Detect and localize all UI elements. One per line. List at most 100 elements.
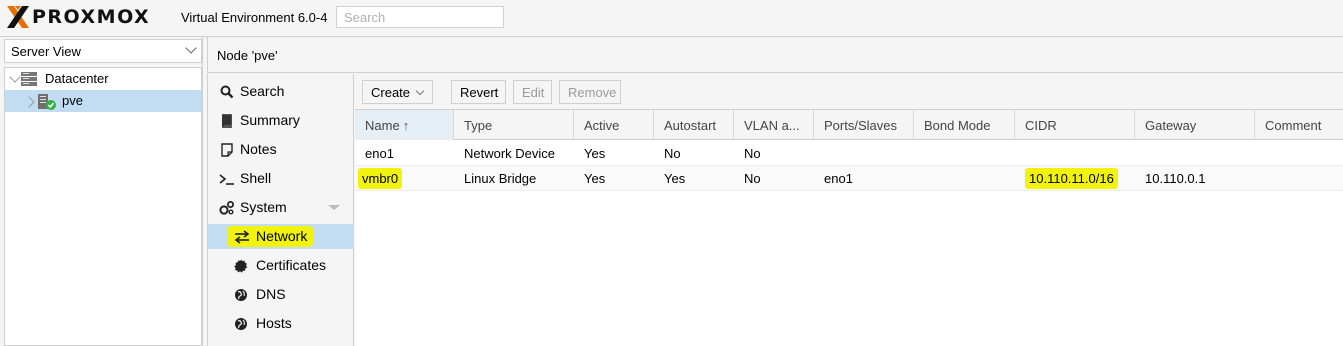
cell-cidr [1015,141,1035,166]
nav-label: Notes [240,141,277,157]
column-label: Ports/Slaves [824,118,897,133]
column-header-autostart[interactable]: Autostart [654,110,734,140]
server-view-label: Server View [11,44,81,59]
column-header-active[interactable]: Active [574,110,654,140]
column-label: Comment [1265,118,1322,133]
cell-active: Yes [584,146,606,161]
edit-button[interactable]: Edit [513,80,552,104]
cell-type: Network Device [464,146,556,161]
revert-label: Revert [460,85,499,100]
column-header-name[interactable]: Name ↑ [355,110,454,140]
node-header: Node 'pve' [207,37,1343,73]
cell-autostart: No [664,146,681,161]
revert-button[interactable]: Revert [451,80,506,104]
column-header-ports-slaves[interactable]: Ports/Slaves [814,110,914,140]
column-header-gateway[interactable]: Gateway [1135,110,1255,140]
column-label: Gateway [1145,118,1197,133]
cell-cidr: 10.110.11.0/16 [1019,166,1128,191]
exchange-icon [234,230,250,244]
edit-label: Edit [522,85,545,100]
tree-item-datacenter[interactable]: Datacenter [5,68,201,90]
nav-item-network[interactable]: Network [208,224,354,249]
cell-gateway [1135,141,1155,166]
cell-bond-mode [914,141,934,166]
column-label: Bond Mode [924,118,991,133]
column-label: Autostart [664,118,717,133]
cell-ports-slaves [814,141,834,166]
column-label: VLAN a... [744,118,800,133]
nav-item-certificates[interactable]: Certificates [208,253,354,278]
cell-vlan-aware: No [744,146,761,161]
notes-icon [221,143,233,157]
server-node-icon [38,94,56,110]
terminal-icon [219,174,234,185]
nav-label: Summary [240,112,300,128]
highlighted-value: vmbr0 [358,168,403,189]
column-label: Active [584,118,620,133]
proxmox-x-icon [7,6,29,28]
nav-label: Hosts [256,315,292,331]
cell-gateway: 10.110.0.1 [1145,171,1206,186]
nav-item-dns[interactable]: DNS [208,282,354,307]
chevron-down-icon[interactable] [185,42,197,54]
table-header: Name ↑ Type Active Autostart VLAN a... Po… [355,110,1343,140]
node-nav: Search Summary Notes Shell System Networ… [207,74,354,346]
cell-vlan-aware: No [744,171,761,186]
table-row[interactable]: eno1 Network Device Yes No No [355,141,1343,166]
sort-ascending-icon: ↑ [402,118,410,133]
nav-label: System [240,199,287,215]
cell-comment [1255,166,1275,191]
globe-icon [235,318,247,330]
remove-label: Remove [568,85,617,100]
chevron-down-icon [415,86,425,96]
column-label: Name [365,118,400,133]
expand-collapse-icon[interactable] [9,71,21,83]
nav-item-system[interactable]: System [208,195,354,220]
nav-item-hosts[interactable]: Hosts [208,311,354,336]
collapse-icon[interactable] [328,205,340,210]
nav-label: Shell [240,170,272,186]
column-label: Type [464,118,493,133]
tree-item-label: Datacenter [45,71,109,86]
network-panel: Create Revert Edit Remove Name ↑ Type Act… [355,74,1343,346]
nav-item-summary[interactable]: Summary [208,108,354,133]
create-button[interactable]: Create [362,80,433,104]
table-row[interactable]: vmbr0 Linux Bridge Yes Yes No eno1 10.11… [355,166,1343,191]
nav-item-shell[interactable]: Shell [208,166,354,191]
page-title: Node 'pve' [217,48,278,63]
cell-comment [1255,141,1275,166]
tree-item-label: pve [62,93,83,108]
cell-active: Yes [584,171,606,186]
proxmox-logo[interactable]: PROXMOX [5,4,150,30]
book-icon [222,114,232,128]
resource-tree-panel: Server View Datacenter pve [0,37,203,346]
highlighted-value: 10.110.11.0/16 [1025,168,1118,189]
tree-item-pve[interactable]: pve [5,90,201,112]
column-label: CIDR [1025,118,1057,133]
remove-button[interactable]: Remove [559,80,621,104]
cell-autostart: Yes [664,171,686,186]
certificate-icon [234,259,248,273]
server-view-select[interactable]: Server View [4,39,202,63]
nav-item-notes[interactable]: Notes [208,137,354,162]
column-header-comment[interactable]: Comment [1255,110,1343,140]
gears-icon [219,201,234,215]
column-header-type[interactable]: Type [454,110,574,140]
nav-label: Network [256,228,308,244]
nav-label: Search [240,83,285,99]
cell-name: eno1 [365,146,394,161]
cell-bond-mode [914,166,934,191]
column-header-bond-mode[interactable]: Bond Mode [914,110,1015,140]
top-header: PROXMOX Virtual Environment 6.0-4 Search [0,0,1343,37]
nav-item-search[interactable]: Search [208,79,354,104]
search-input[interactable]: Search [336,6,504,28]
expand-arrow-icon[interactable] [23,96,35,108]
column-header-vlan-aware[interactable]: VLAN a... [734,110,814,140]
datacenter-icon [21,72,37,86]
logo-text: PROXMOX [32,6,151,28]
toolbar: Create Revert Edit Remove [355,74,1343,110]
resource-tree: Datacenter pve [4,67,202,346]
globe-icon [235,289,247,301]
nav-label: Certificates [256,257,327,273]
column-header-cidr[interactable]: CIDR [1015,110,1135,140]
